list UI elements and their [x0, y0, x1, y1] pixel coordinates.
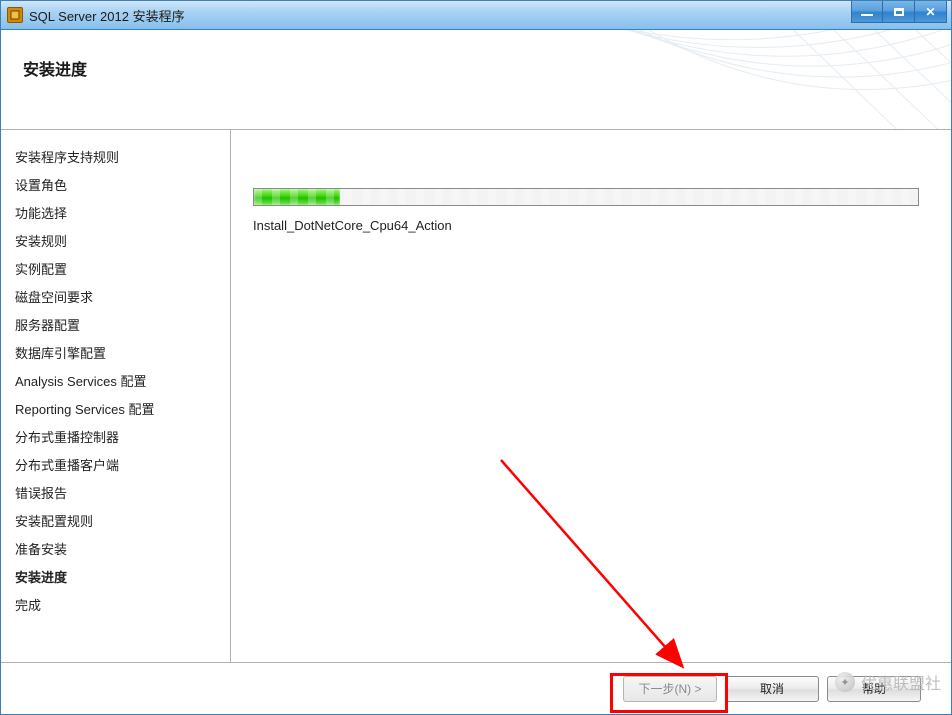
client-area: 安装进度 安装程序支持规则设置角色功能选择安装规则实例配置磁盘空间要求服务器配置… — [0, 30, 952, 715]
content-pane: Install_DotNetCore_Cpu64_Action — [231, 130, 951, 662]
next-button[interactable]: 下一步(N) > — [623, 676, 717, 702]
page-title: 安装进度 — [23, 56, 87, 80]
step-item[interactable]: Reporting Services 配置 — [15, 396, 226, 424]
close-button[interactable] — [915, 1, 947, 23]
step-item[interactable]: 准备安装 — [15, 536, 226, 564]
footer: 下一步(N) > 取消 帮助 — [1, 662, 951, 714]
help-button[interactable]: 帮助 — [827, 676, 921, 702]
header-decoration — [471, 30, 951, 130]
step-item[interactable]: 数据库引擎配置 — [15, 340, 226, 368]
step-item[interactable]: 安装进度 — [15, 564, 226, 592]
cancel-button[interactable]: 取消 — [725, 676, 819, 702]
step-item[interactable]: 磁盘空间要求 — [15, 284, 226, 312]
app-icon — [7, 7, 23, 23]
step-item[interactable]: 安装配置规则 — [15, 508, 226, 536]
step-item[interactable]: 功能选择 — [15, 200, 226, 228]
titlebar[interactable]: SQL Server 2012 安装程序 — [0, 0, 952, 30]
step-list: 安装程序支持规则设置角色功能选择安装规则实例配置磁盘空间要求服务器配置数据库引擎… — [15, 144, 226, 620]
page-header: 安装进度 — [1, 30, 951, 130]
progress-bar — [253, 188, 919, 206]
step-item[interactable]: 完成 — [15, 592, 226, 620]
step-item[interactable]: 安装规则 — [15, 228, 226, 256]
progress-fill — [254, 189, 340, 205]
minimize-button[interactable] — [851, 1, 883, 23]
window-title: SQL Server 2012 安装程序 — [29, 6, 185, 25]
step-item[interactable]: 实例配置 — [15, 256, 226, 284]
window-controls — [851, 1, 947, 23]
sidebar: 安装程序支持规则设置角色功能选择安装规则实例配置磁盘空间要求服务器配置数据库引擎… — [1, 130, 231, 662]
step-item[interactable]: 错误报告 — [15, 480, 226, 508]
step-item[interactable]: 设置角色 — [15, 172, 226, 200]
step-item[interactable]: Analysis Services 配置 — [15, 368, 226, 396]
progress-action-label: Install_DotNetCore_Cpu64_Action — [253, 218, 919, 233]
step-item[interactable]: 分布式重播客户端 — [15, 452, 226, 480]
step-item[interactable]: 分布式重播控制器 — [15, 424, 226, 452]
step-item[interactable]: 服务器配置 — [15, 312, 226, 340]
step-item[interactable]: 安装程序支持规则 — [15, 144, 226, 172]
maximize-button[interactable] — [883, 1, 915, 23]
